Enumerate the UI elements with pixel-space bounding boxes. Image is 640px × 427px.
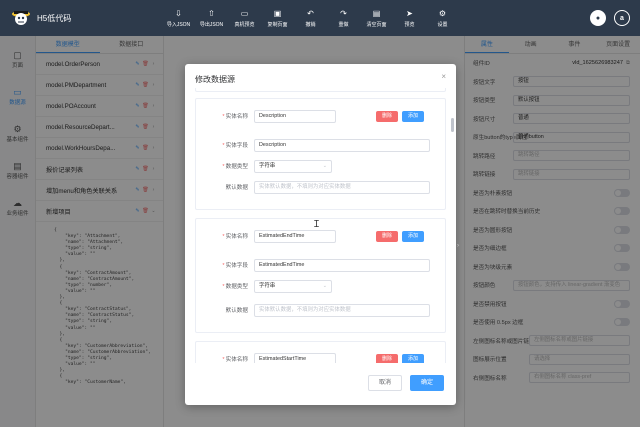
entity-field-label: 实体字段 [225,263,248,269]
add-button[interactable]: 添加 [402,110,425,122]
default-data-label: 默认数据 [225,308,248,314]
toolbar-label: 预览 [404,21,415,28]
text-cursor-icon: Ｉ [312,219,322,229]
data-type-select[interactable]: 字符串 ⌄ [254,279,332,293]
toolbar-label: 导入JSON [166,21,191,28]
toolbar-button[interactable]: ➤ 预览 [393,9,426,28]
toolbar-label: 真机预览 [234,21,255,28]
logo: H5低代码 [0,8,120,28]
toolbar-icon: ▭ [240,8,249,18]
toolbar-button[interactable]: ↶ 撤销 [294,9,327,28]
entity-field-label: 实体字段 [225,143,248,149]
close-icon[interactable]: × [441,72,446,81]
top-toolbar: H5低代码 ⇩ 导入JSON ⇧ 导出JSON ▭ 真机预览 ▣ 复制页面 ↶ 撤销 ↷ 重做 ▤ 清空页… [0,0,640,36]
toolbar-icon: ↷ [340,8,347,18]
default-data-input[interactable]: 实体默认数据，不填则为对应实体数据 [254,303,430,317]
cancel-button[interactable]: 取消 [367,375,402,391]
default-data-label: 默认数据 [225,185,248,191]
toolbar-icon: ↶ [307,8,314,18]
toolbar-icon: ⇩ [175,8,182,18]
toolbar-icon: ▤ [372,8,381,18]
toolbar-button[interactable]: ⚙ 设置 [426,9,459,28]
assistant-icon[interactable]: a [614,10,630,26]
toolbar-label: 撤销 [305,21,316,28]
entity-name-label: 实体名称 [225,114,248,120]
toolbar-label: 导出JSON [199,21,224,28]
data-type-select[interactable]: 字符串 ⌄ [254,159,332,173]
add-button[interactable]: 添加 [402,353,425,363]
app-title: H5低代码 [37,13,72,23]
delete-button[interactable]: 删除 [376,110,399,122]
entity-field-input[interactable]: Description [254,138,430,152]
entity-card: *实体名称 EstimatedEndTime 删除 添加 *实体字段 Estim… [195,218,446,333]
entity-field-input[interactable]: EstimatedEndTime [254,258,430,272]
toolbar-label: 复制页面 [267,21,288,28]
toolbar-icon: ⚙ [438,8,447,18]
entity-name-input[interactable]: EstimatedStartTime [254,352,336,363]
entity-name-input[interactable]: EstimatedEndTime [254,229,336,243]
toolbar-label: 设置 [437,21,448,28]
toolbar-actions: ⇩ 导入JSON ⇧ 导出JSON ▭ 真机预览 ▣ 复制页面 ↶ 撤销 ↷ 重做 ▤ 清空页面 ➤ 预览 ⚙ 设… [162,9,590,28]
delete-button[interactable]: 删除 [376,353,399,363]
toolbar-label: 清空页面 [366,21,387,28]
entity-card: *实体名称 EstimatedStartTime 删除 添加 [195,341,446,363]
default-data-input[interactable]: 实体默认数据，不填则为对应实体数据 [254,180,430,194]
pirate-skull-logo-icon [10,8,32,28]
confirm-button[interactable]: 确定 [409,375,444,391]
entity-name-label: 实体名称 [225,357,248,363]
toolbar-label: 重做 [338,21,349,28]
data-type-label: 数据类型 [225,164,248,170]
chevron-down-icon: ⌄ [322,282,327,289]
data-type-label: 数据类型 [225,284,248,290]
edit-data-source-dialog: 修改数据源 × *实体名称 Description 删除 添加 *实体字段 De… [185,64,456,405]
github-icon[interactable]: ● [590,10,606,26]
toolbar-button[interactable]: ⇧ 导出JSON [195,9,228,28]
toolbar-button[interactable]: ▭ 真机预览 [228,9,261,28]
toolbar-button[interactable]: ⇩ 导入JSON [162,9,195,28]
toolbar-icon: ⇧ [208,8,215,18]
collapse-arrow-icon[interactable]: › [457,243,459,249]
dialog-scrollbar[interactable] [451,118,454,132]
entity-name-input[interactable]: Description [254,109,336,123]
entity-card-previous [195,88,446,92]
add-button[interactable]: 添加 [402,230,425,242]
delete-button[interactable]: 删除 [376,230,399,242]
toolbar-button[interactable]: ▤ 清空页面 [360,9,393,28]
toolbar-button[interactable]: ▣ 复制页面 [261,9,294,28]
toolbar-icon: ➤ [406,8,413,18]
dialog-title: 修改数据源 [195,75,235,84]
entity-card: *实体名称 Description 删除 添加 *实体字段 Descriptio… [195,98,446,210]
entity-name-label: 实体名称 [225,234,248,240]
toolbar-icon: ▣ [273,8,282,18]
toolbar-button[interactable]: ↷ 重做 [327,9,360,28]
chevron-down-icon: ⌄ [322,162,327,169]
